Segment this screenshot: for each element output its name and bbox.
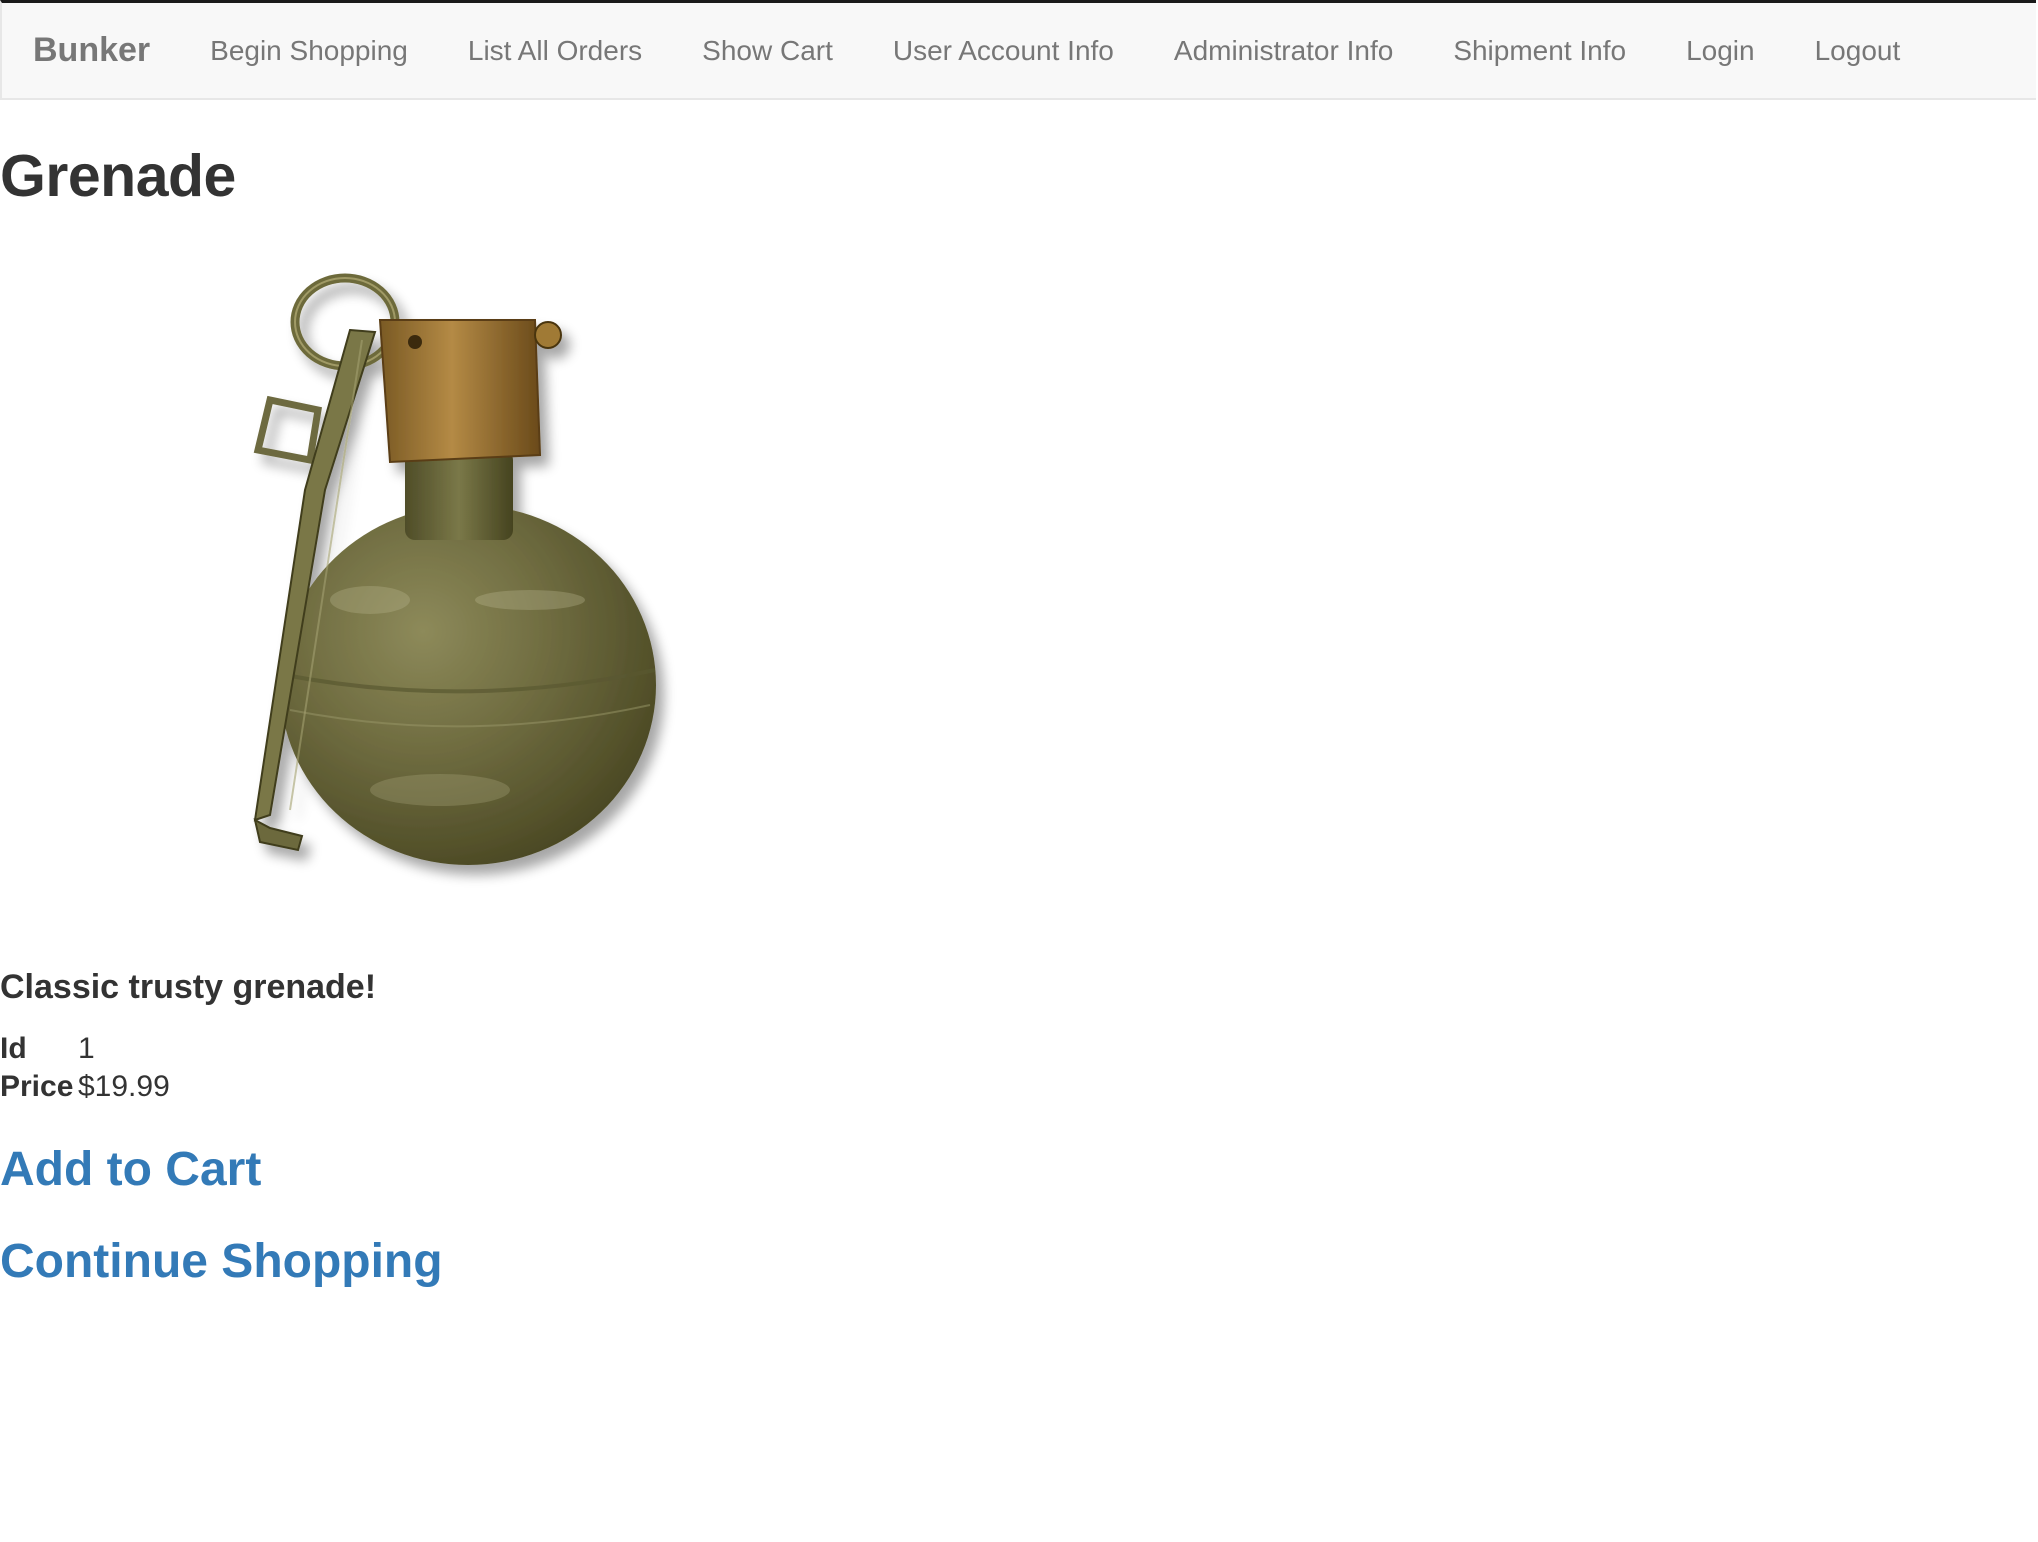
id-label: Id: [0, 1032, 27, 1065]
price-value: $19.99: [78, 1070, 170, 1103]
nav-administrator-info[interactable]: Administrator Info: [1144, 35, 1423, 67]
nav-show-cart[interactable]: Show Cart: [672, 35, 863, 67]
nav-menu: Begin Shopping List All Orders Show Cart…: [180, 35, 1930, 67]
detail-row-price: Price $19.99: [0, 1068, 170, 1106]
nav-user-account-info[interactable]: User Account Info: [863, 35, 1144, 67]
nav-begin-shopping[interactable]: Begin Shopping: [180, 35, 438, 67]
nav-logout[interactable]: Logout: [1785, 35, 1931, 67]
continue-shopping-link[interactable]: Continue Shopping: [0, 1234, 443, 1289]
product-description: Classic trusty grenade!: [0, 968, 377, 1006]
nav-login[interactable]: Login: [1656, 35, 1785, 67]
product-title: Grenade: [0, 143, 236, 209]
grenade-image: [230, 270, 710, 910]
nav-shipment-info[interactable]: Shipment Info: [1423, 35, 1656, 67]
detail-row-id: Id 1: [0, 1030, 170, 1068]
add-to-cart-link[interactable]: Add to Cart: [0, 1142, 261, 1197]
product-details-table: Id 1 Price $19.99: [0, 1030, 170, 1106]
id-value: 1: [78, 1032, 95, 1065]
top-navbar: Bunker Begin Shopping List All Orders Sh…: [0, 0, 2036, 100]
nav-list-all-orders[interactable]: List All Orders: [438, 35, 672, 67]
brand-link[interactable]: Bunker: [33, 31, 150, 70]
price-label: Price: [0, 1070, 74, 1103]
